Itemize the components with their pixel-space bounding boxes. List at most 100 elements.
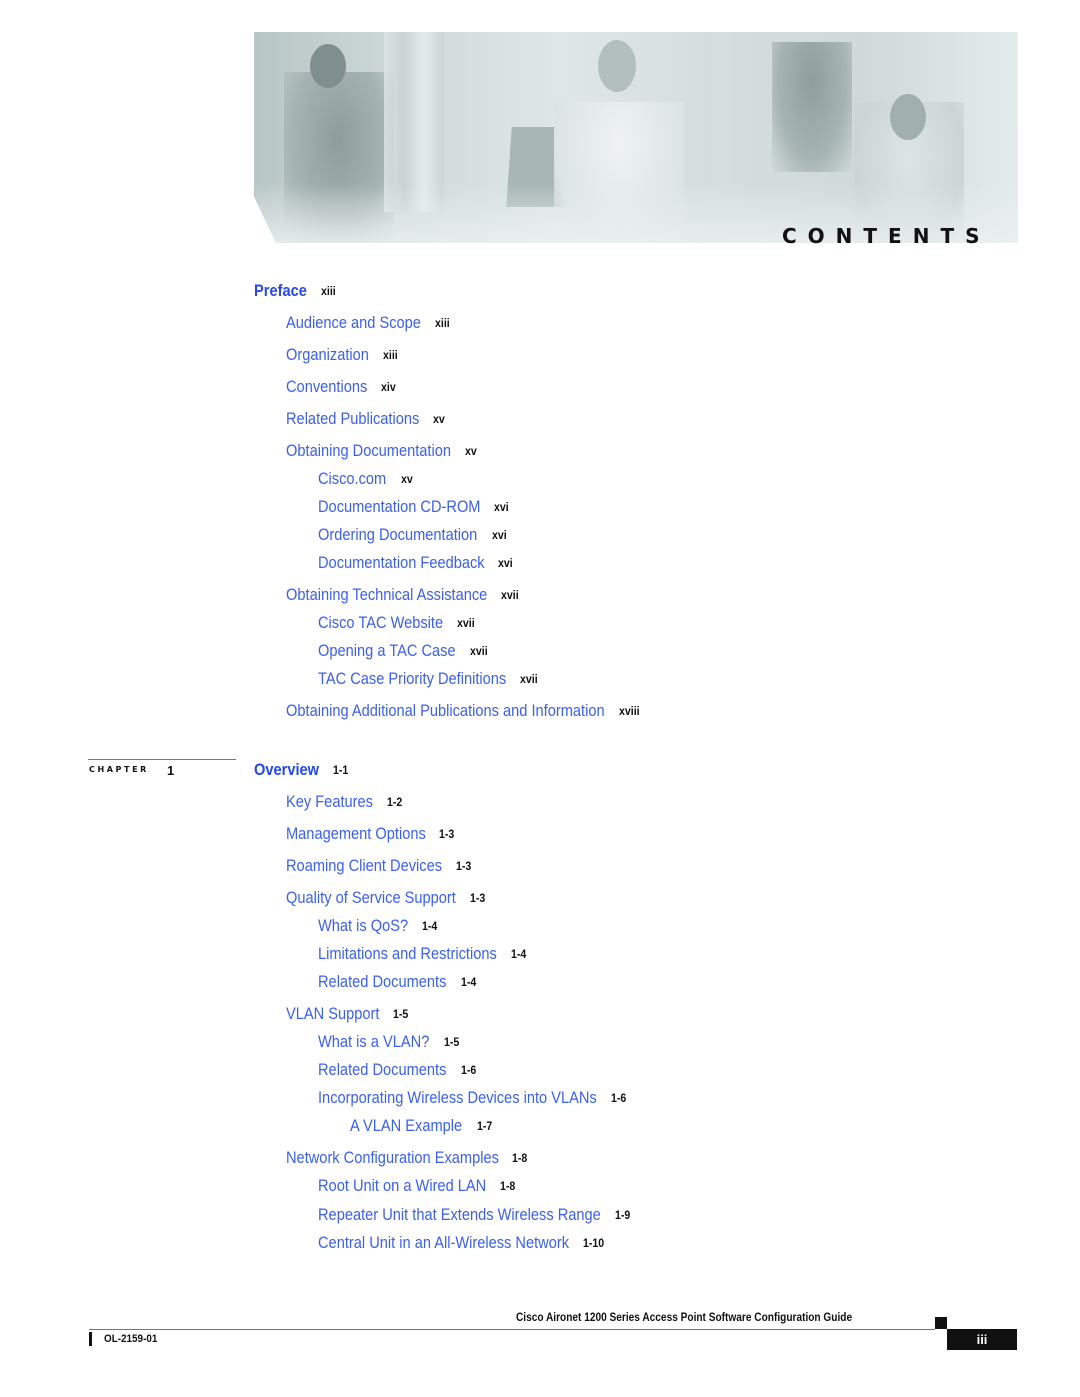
toc-entry-title[interactable]: Opening a TAC Case [318, 641, 456, 661]
toc-entry[interactable]: Documentation Feedback xvi [318, 553, 514, 573]
toc-entry-title[interactable]: Management Options [286, 824, 426, 844]
toc-entry[interactable]: Root Unit on a Wired LAN 1-8 [318, 1176, 516, 1196]
chapter-divider [88, 759, 236, 760]
toc-entry[interactable]: Management Options 1-3 [286, 824, 456, 844]
toc-entry-title[interactable]: VLAN Support [286, 1004, 379, 1024]
toc-entry[interactable]: Obtaining Documentation xv [286, 441, 478, 461]
banner-figure-center-head [598, 40, 636, 92]
toc-entry-page: xv [464, 446, 477, 458]
toc-entry-page: 1-3 [456, 861, 472, 873]
toc-entry[interactable]: Obtaining Additional Publications and In… [286, 701, 641, 721]
toc-entry-title[interactable]: Roaming Client Devices [286, 856, 442, 876]
toc-entry-title[interactable]: A VLAN Example [350, 1116, 462, 1136]
toc-entry-page: 1-1 [332, 765, 348, 777]
toc-entry[interactable]: Audience and Scope xiii [286, 313, 451, 333]
contents-heading: CONTENTS [782, 224, 991, 248]
toc-entry[interactable]: Documentation CD-ROM xvi [318, 497, 510, 517]
toc-entry-title[interactable]: TAC Case Priority Definitions [318, 669, 506, 689]
toc-entry-title[interactable]: Related Documents [318, 972, 446, 992]
toc-entry-title[interactable]: Related Documents [318, 1060, 446, 1080]
toc-entry-page: 1-8 [512, 1153, 528, 1165]
toc-entry[interactable]: VLAN Support 1-5 [286, 1004, 410, 1024]
toc-entry[interactable]: Roaming Client Devices 1-3 [286, 856, 473, 876]
toc-entry[interactable]: Obtaining Technical Assistance xvii [286, 585, 521, 605]
toc-entry-title[interactable]: Related Publications [286, 409, 419, 429]
toc-entry[interactable]: Key Features 1-2 [286, 792, 404, 812]
toc-entry-page: xvii [520, 674, 538, 686]
toc-entry-title[interactable]: What is a VLAN? [318, 1032, 429, 1052]
toc-entry[interactable]: Repeater Unit that Extends Wireless Rang… [318, 1205, 631, 1225]
toc-entry-title[interactable]: Key Features [286, 792, 373, 812]
footer-marker [935, 1317, 947, 1329]
toc-entry-title[interactable]: Limitations and Restrictions [318, 944, 497, 964]
toc-entry[interactable]: Network Configuration Examples 1-8 [286, 1148, 529, 1168]
banner-figure-left-head [310, 44, 346, 88]
toc-entry[interactable]: Incorporating Wireless Devices into VLAN… [318, 1088, 627, 1108]
toc-heading-preface[interactable]: Preface xiii [254, 281, 337, 301]
toc-entry-title[interactable]: Network Configuration Examples [286, 1148, 499, 1168]
toc-entry-page: 1-9 [614, 1210, 630, 1222]
toc-entry-page: 1-6 [610, 1093, 627, 1105]
toc-entry-title[interactable]: Central Unit in an All-Wireless Network [318, 1233, 569, 1253]
toc-entry-title[interactable]: Ordering Documentation [318, 525, 477, 545]
toc-entry[interactable]: Cisco TAC Website xvii [318, 613, 476, 633]
toc-entry[interactable]: Organization xiii [286, 345, 399, 365]
toc-entry-title[interactable]: What is QoS? [318, 916, 408, 936]
toc-entry-page: 1-5 [393, 1009, 409, 1021]
footer-guide-title: Cisco Aironet 1200 Series Access Point S… [516, 1312, 853, 1324]
toc-entry-title[interactable]: Cisco TAC Website [318, 613, 443, 633]
toc-entry-page: xiii [383, 350, 398, 362]
toc-entry-page: 1-3 [439, 829, 455, 841]
toc-entry-title[interactable]: Obtaining Documentation [286, 441, 451, 461]
toc-heading-overview[interactable]: Overview 1-1 [254, 760, 349, 780]
toc-entry-page: 1-4 [460, 977, 477, 989]
toc-entry[interactable]: Quality of Service Support 1-3 [286, 888, 487, 908]
toc-entry-page: 1-5 [443, 1037, 460, 1049]
toc-entry-title[interactable]: Obtaining Additional Publications and In… [286, 701, 605, 721]
toc-entry[interactable]: Cisco.com xv [318, 469, 413, 489]
toc-entry-page: 1-8 [499, 1181, 516, 1193]
footer-doc-number: OL-2159-01 [104, 1333, 158, 1345]
toc-entry[interactable]: Opening a TAC Case xvii [318, 641, 489, 661]
toc-entry[interactable]: What is a VLAN? 1-5 [318, 1032, 460, 1052]
footer-left-bar [89, 1332, 92, 1346]
banner-figure-right2-head [890, 94, 926, 140]
toc-entry-page: xiii [434, 318, 450, 330]
toc-entry[interactable]: Conventions xiv [286, 377, 397, 397]
chapter-label: CHAPTER [89, 765, 149, 774]
toc-entry-page: xvii [456, 618, 475, 630]
toc-entry-title[interactable]: Incorporating Wireless Devices into VLAN… [318, 1088, 597, 1108]
toc-entry-page: 1-10 [582, 1238, 605, 1250]
header-banner-photo [254, 32, 1018, 243]
toc-entry-title[interactable]: Audience and Scope [286, 313, 421, 333]
toc-entry-page: 1-7 [476, 1121, 492, 1133]
toc-entry-title[interactable]: Overview [254, 760, 319, 780]
toc-entry-page: xiii [321, 286, 336, 298]
toc-entry-page: xviii [619, 706, 640, 718]
toc-entry[interactable]: Central Unit in an All-Wireless Network 1… [318, 1233, 606, 1253]
toc-entry-title[interactable]: Documentation CD-ROM [318, 497, 480, 517]
toc-entry[interactable]: Related Documents 1-4 [318, 972, 477, 992]
toc-entry[interactable]: What is QoS? 1-4 [318, 916, 439, 936]
toc-entry[interactable]: Limitations and Restrictions 1-4 [318, 944, 527, 964]
toc-entry-title[interactable]: Cisco.com [318, 469, 386, 489]
toc-entry-title[interactable]: Preface [254, 281, 307, 301]
toc-entry[interactable]: Related Documents 1-6 [318, 1060, 477, 1080]
toc-entry[interactable]: Ordering Documentation xvi [318, 525, 508, 545]
toc-entry-page: 1-4 [510, 949, 526, 961]
chapter-number: 1 [167, 763, 175, 778]
toc-entry[interactable]: Related Publications xv [286, 409, 446, 429]
toc-entry-page: xvi [491, 530, 507, 542]
toc-entry-title[interactable]: Conventions [286, 377, 367, 397]
toc-entry-title[interactable]: Quality of Service Support [286, 888, 456, 908]
toc-entry-title[interactable]: Documentation Feedback [318, 553, 485, 573]
toc-entry-title[interactable]: Organization [286, 345, 369, 365]
toc-entry-page: xv [433, 414, 446, 426]
toc-entry-title[interactable]: Obtaining Technical Assistance [286, 585, 487, 605]
toc-entry-title[interactable]: Repeater Unit that Extends Wireless Rang… [318, 1205, 601, 1225]
toc-entry-title[interactable]: Root Unit on a Wired LAN [318, 1176, 486, 1196]
toc-entry-page: xvi [498, 558, 514, 570]
toc-entry[interactable]: A VLAN Example 1-7 [350, 1116, 493, 1136]
toc-entry[interactable]: TAC Case Priority Definitions xvii [318, 669, 539, 689]
toc-entry-page: 1-3 [470, 893, 486, 905]
